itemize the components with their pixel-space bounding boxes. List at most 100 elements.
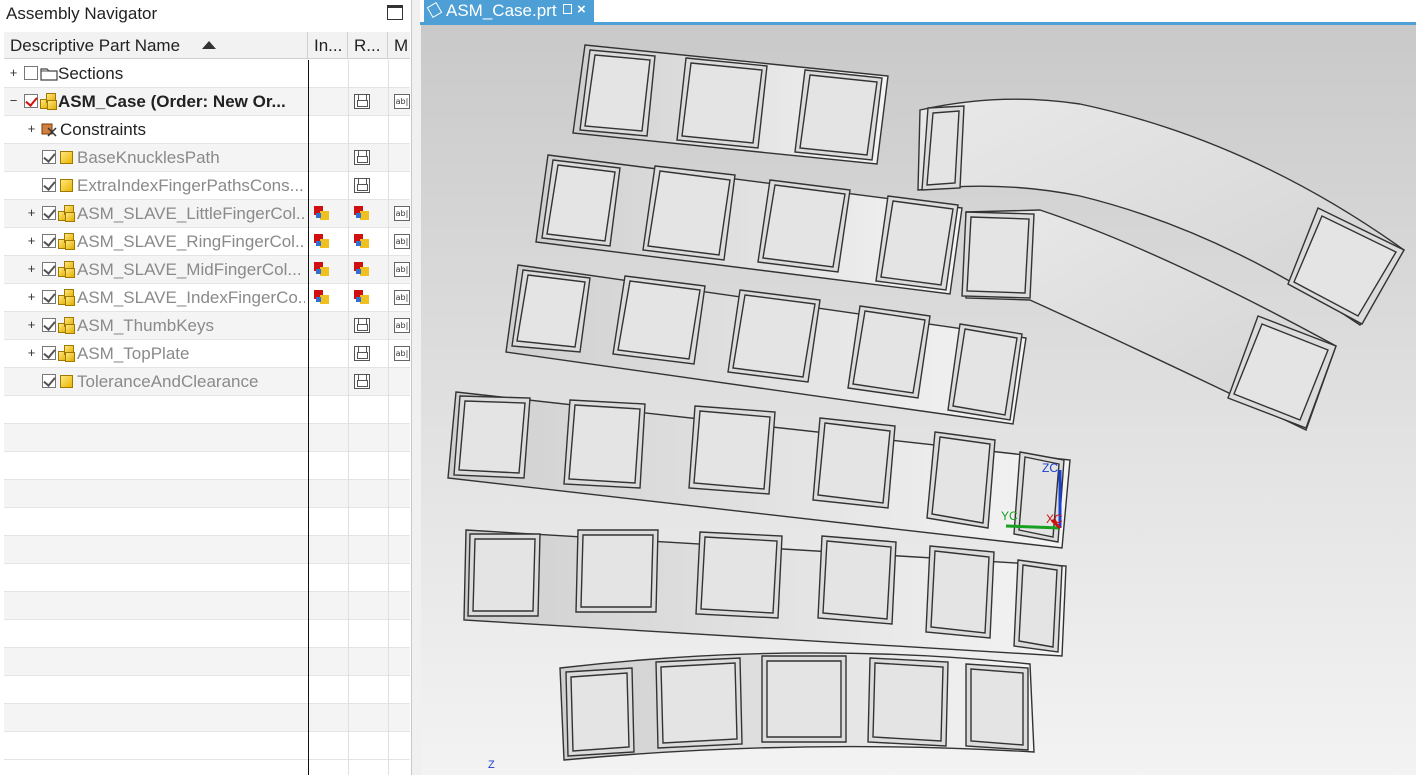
empty-row (4, 396, 410, 424)
tree-row-component[interactable]: + ASM_SLAVE_MidFingerCol... ab| (4, 256, 410, 284)
attribute-icon[interactable]: ab| (394, 262, 410, 277)
tree-row-label: Constraints (60, 120, 146, 139)
assembly-icon (58, 345, 76, 362)
expand-icon[interactable]: + (26, 346, 37, 359)
key-column-row-2 (535, 154, 963, 295)
close-icon[interactable]: × (577, 0, 586, 20)
visibility-checkbox[interactable] (24, 94, 38, 108)
expand-icon[interactable]: + (8, 66, 19, 79)
tree-row-label: ASM_SLAVE_MidFingerCol... (77, 260, 302, 279)
save-icon[interactable] (354, 346, 370, 361)
status-icon (314, 290, 330, 305)
save-icon[interactable] (354, 318, 370, 333)
assembly-icon (58, 317, 76, 334)
expand-icon[interactable]: + (26, 206, 37, 219)
column-header-r[interactable]: R... (348, 32, 388, 59)
maximize-icon[interactable] (387, 5, 403, 20)
tree-row-component[interactable]: + ASM_SLAVE_RingFingerCol... ab| (4, 228, 410, 256)
tree-row-component[interactable]: ToleranceAndClearance (4, 368, 410, 396)
save-icon[interactable] (354, 150, 370, 165)
attribute-icon[interactable]: ab| (394, 346, 410, 361)
empty-row (4, 564, 410, 592)
graphics-viewport[interactable]: ZC YC XC Z (421, 25, 1416, 775)
status-icon (354, 262, 370, 277)
column-header-label: Descriptive Part Name (10, 36, 181, 55)
status-icon (354, 290, 370, 305)
tree-row-constraints[interactable]: + Constraints (4, 116, 410, 144)
attribute-icon[interactable]: ab| (394, 94, 410, 109)
tree-row-label: ASM_SLAVE_LittleFingerCol... (77, 204, 305, 223)
column-header-part-name[interactable]: Descriptive Part Name (4, 32, 308, 59)
key-column-row-6 (559, 652, 1035, 761)
part-file-icon (426, 2, 443, 18)
tree-row-component[interactable]: + ASM_SLAVE_IndexFingerCo... ab| (4, 284, 410, 312)
attribute-icon[interactable]: ab| (394, 206, 410, 221)
empty-row (4, 676, 410, 704)
attribute-icon[interactable]: ab| (394, 234, 410, 249)
assembly-icon (58, 205, 76, 222)
empty-row (4, 648, 410, 676)
tree-row-component[interactable]: + ASM_SLAVE_LittleFingerCol... ab| (4, 200, 410, 228)
folder-icon (40, 68, 58, 81)
expand-icon[interactable]: + (26, 290, 37, 303)
tree-row-asm-case[interactable]: − ASM_Case (Order: New Or... ab| (4, 88, 410, 116)
column-divider[interactable] (348, 60, 349, 775)
column-header-m[interactable]: M (388, 32, 410, 59)
empty-row (4, 508, 410, 536)
status-icon (314, 206, 330, 221)
visibility-checkbox[interactable] (42, 290, 56, 304)
status-icon (354, 234, 370, 249)
visibility-checkbox[interactable] (42, 318, 56, 332)
attribute-icon[interactable]: ab| (394, 318, 410, 333)
visibility-checkbox[interactable] (42, 206, 56, 220)
expand-icon[interactable]: + (26, 234, 37, 247)
tree-row-label: ASM_TopPlate (77, 344, 190, 363)
tree-row-label: ASM_ThumbKeys (77, 316, 214, 335)
save-icon[interactable] (354, 94, 370, 109)
part-icon (60, 151, 73, 164)
empty-row (4, 620, 410, 648)
visibility-checkbox[interactable] (42, 262, 56, 276)
view-triad-label: Z (488, 759, 495, 771)
tree-row-sections[interactable]: + Sections (4, 60, 410, 88)
attribute-icon[interactable]: ab| (394, 290, 410, 305)
expand-icon[interactable]: + (26, 122, 37, 135)
navigator-tree: + Sections − ASM_Case (Order: New Or... … (4, 60, 410, 760)
navigator-column-header: Descriptive Part Name In... R... M (4, 32, 410, 59)
part-icon (60, 179, 73, 192)
tree-row-component[interactable]: + ASM_ThumbKeys ab| (4, 312, 410, 340)
visibility-checkbox[interactable] (42, 346, 56, 360)
collapse-icon[interactable]: − (8, 94, 19, 107)
navigator-title-bar: Assembly Navigator (0, 0, 412, 28)
column-header-label: In... (314, 36, 343, 55)
assembly-icon (58, 289, 76, 306)
save-icon[interactable] (354, 178, 370, 193)
column-divider[interactable] (388, 60, 389, 775)
tab-asm-case[interactable]: ASM_Case.prt × (424, 0, 594, 22)
empty-row (4, 732, 410, 760)
expand-icon[interactable]: + (26, 262, 37, 275)
navigator-title: Assembly Navigator (6, 4, 158, 23)
column-header-label: M (394, 36, 409, 55)
undock-icon[interactable] (563, 4, 572, 14)
save-icon[interactable] (354, 374, 370, 389)
tree-row-component[interactable]: + ASM_TopPlate ab| (4, 340, 410, 368)
visibility-checkbox[interactable] (24, 66, 38, 80)
assembly-navigator-panel: Assembly Navigator Descriptive Part Name… (0, 0, 412, 775)
tree-row-label: ASM_SLAVE_IndexFingerCo... (77, 288, 305, 307)
visibility-checkbox[interactable] (42, 374, 56, 388)
column-divider[interactable] (308, 60, 309, 775)
visibility-checkbox[interactable] (42, 178, 56, 192)
column-header-in[interactable]: In... (308, 32, 348, 59)
tree-row-component[interactable]: ExtraIndexFingerPathsCons... (4, 172, 410, 200)
visibility-checkbox[interactable] (42, 150, 56, 164)
expand-icon[interactable]: + (26, 318, 37, 331)
assembly-icon (58, 233, 76, 250)
empty-row (4, 592, 410, 620)
triad-y-label: YC (1001, 509, 1018, 523)
model-view (447, 44, 1405, 761)
panel-splitter[interactable] (412, 0, 421, 775)
tree-row-component[interactable]: BaseKnucklesPath (4, 144, 410, 172)
triad-x-label: XC (1046, 512, 1063, 526)
visibility-checkbox[interactable] (42, 234, 56, 248)
